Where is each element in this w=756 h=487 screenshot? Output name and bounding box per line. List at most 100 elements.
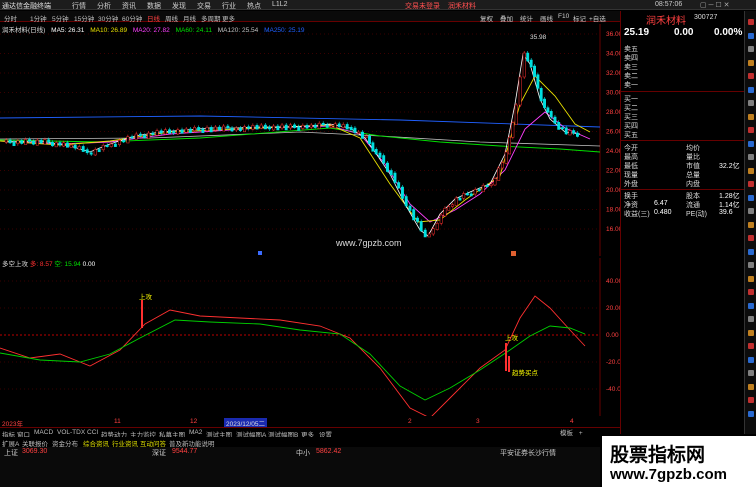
tool-add-watchlist[interactable]: +自选 bbox=[589, 13, 606, 23]
candle-body bbox=[469, 193, 473, 197]
tf-60min[interactable]: 60分钟 bbox=[122, 13, 142, 23]
tab-macd[interactable]: MACD bbox=[34, 429, 53, 436]
y-tick-label: 18.00 bbox=[606, 207, 620, 214]
tf-monthly[interactable]: 月线 bbox=[183, 13, 196, 23]
toolbar-icon[interactable] bbox=[748, 32, 754, 39]
tf-intraday[interactable]: 分时 bbox=[4, 13, 17, 23]
menu-analysis[interactable]: 分析 bbox=[97, 1, 111, 11]
toolbar-icon[interactable] bbox=[748, 113, 754, 120]
toolbar-icon[interactable] bbox=[748, 194, 754, 201]
toolbar-icon[interactable] bbox=[748, 221, 754, 228]
toolbar-icon[interactable] bbox=[748, 289, 754, 295]
bid-level-label-row: 买二 bbox=[624, 103, 742, 112]
tab-vol[interactable]: VOL-TDX bbox=[57, 429, 85, 436]
candle-body bbox=[404, 196, 408, 207]
fund-value: 0.480 bbox=[654, 209, 672, 216]
tool-stats[interactable]: 统计 bbox=[520, 13, 533, 23]
candle-body bbox=[230, 127, 234, 132]
tab-template[interactable]: 模板 bbox=[560, 430, 573, 437]
toolbar-icon[interactable] bbox=[748, 262, 754, 268]
bid-level-label-row: 买五 bbox=[624, 130, 742, 139]
toolbar-icon[interactable] bbox=[748, 356, 754, 363]
menu-quotes[interactable]: 行情 bbox=[72, 1, 86, 11]
candle-body bbox=[151, 132, 155, 135]
toolbar-icon[interactable] bbox=[748, 329, 754, 336]
event-marker-icon[interactable] bbox=[258, 251, 262, 255]
ask-level-label-row: 卖五 bbox=[624, 44, 742, 53]
login-status[interactable]: 交易未登录 bbox=[405, 1, 440, 11]
y-tick-label: 40.00 bbox=[606, 278, 620, 285]
tf-daily[interactable]: 日线 bbox=[147, 13, 160, 23]
toolbar-icon[interactable] bbox=[748, 181, 754, 187]
tab-cci[interactable]: CCI bbox=[87, 429, 98, 436]
toolbar-icon[interactable] bbox=[748, 343, 754, 349]
app-title: 通达信金融终端 bbox=[2, 3, 51, 10]
event-marker-icon[interactable] bbox=[511, 251, 516, 256]
tool-draw[interactable]: 画线 bbox=[540, 13, 553, 23]
indicator-chart[interactable]: 上攻 上攻 趋势买点 40.00 20.00 0.00 -20.00 -40.00 bbox=[0, 258, 620, 416]
toolbar-icon[interactable] bbox=[748, 140, 754, 147]
toolbar-icon[interactable] bbox=[748, 73, 754, 79]
tf-multi[interactable]: 多周期 bbox=[201, 13, 221, 23]
candlestick-chart[interactable]: 35.98 www.7gpzb.com 36.00 34.00 32.00 30.00… bbox=[0, 24, 620, 256]
toolbar-icon[interactable] bbox=[748, 86, 754, 93]
toolbar-icon[interactable] bbox=[748, 410, 754, 417]
tool-mark[interactable]: 标记 bbox=[573, 13, 586, 23]
tf-30min[interactable]: 30分钟 bbox=[98, 13, 118, 23]
candle-body bbox=[341, 124, 345, 128]
bid-level-label: 买五 bbox=[624, 132, 638, 139]
menu-industry[interactable]: 行业 bbox=[222, 1, 236, 11]
tf-1min[interactable]: 1分钟 bbox=[30, 13, 47, 23]
menu-news[interactable]: 资讯 bbox=[122, 1, 136, 11]
toolbar-icon[interactable] bbox=[748, 46, 754, 52]
toolbar-icon[interactable] bbox=[748, 154, 754, 160]
tf-more[interactable]: 更多 bbox=[222, 13, 235, 23]
tool-f10[interactable]: F10 bbox=[558, 13, 569, 20]
candle-body bbox=[533, 65, 536, 77]
menu-hot[interactable]: 热点 bbox=[247, 1, 261, 11]
tool-overlay[interactable]: 叠加 bbox=[500, 13, 513, 23]
candle-body bbox=[357, 131, 361, 134]
window-controls[interactable]: ▢ ─ ☐ ✕ bbox=[700, 1, 730, 9]
tab-add[interactable]: + bbox=[579, 430, 583, 437]
watermark-line1: 股票指标网 bbox=[610, 444, 706, 466]
toolbar-icon[interactable] bbox=[748, 316, 754, 322]
x-label: 4 bbox=[570, 418, 574, 425]
stat-label-row: 现量 总量 bbox=[624, 170, 742, 179]
tool-restore-rights[interactable]: 复权 bbox=[480, 13, 493, 23]
menu-discover[interactable]: 发现 bbox=[172, 1, 186, 11]
toolbar-icon[interactable] bbox=[748, 275, 754, 282]
candle-body bbox=[218, 126, 221, 131]
toolbar-icon[interactable] bbox=[748, 19, 754, 25]
toolbar-icon[interactable] bbox=[748, 235, 754, 241]
tf-weekly[interactable]: 周线 bbox=[165, 13, 178, 23]
quote-panel: 润禾材料 300727 25.19 0.00 0.00% 卖五 卖四 卖三 卖二 卖一买… bbox=[620, 11, 745, 434]
candle-body bbox=[443, 208, 447, 217]
toolbar-icon[interactable] bbox=[748, 370, 754, 376]
toolbar-icon[interactable] bbox=[748, 167, 754, 174]
toolbar-icon[interactable] bbox=[748, 127, 754, 133]
candle-body bbox=[564, 127, 568, 135]
candle-body bbox=[134, 133, 138, 140]
divider bbox=[621, 91, 745, 92]
broker-status[interactable]: 平安证券长沙行情 bbox=[500, 448, 556, 458]
candle-body bbox=[193, 127, 196, 131]
menu-trade[interactable]: 交易 bbox=[197, 1, 211, 11]
toolbar-icon[interactable] bbox=[748, 100, 754, 106]
toolbar-icon[interactable] bbox=[748, 208, 754, 214]
candle-body bbox=[309, 124, 313, 128]
tab-ma2[interactable]: MA2 bbox=[189, 429, 202, 436]
toolbar-icon[interactable] bbox=[748, 248, 754, 255]
candle-body bbox=[168, 129, 171, 134]
candle-body bbox=[497, 167, 501, 181]
menu-data[interactable]: 数据 bbox=[147, 1, 161, 11]
candle-body bbox=[284, 124, 288, 131]
tf-15min[interactable]: 15分钟 bbox=[74, 13, 94, 23]
toolbar-icon[interactable] bbox=[748, 302, 754, 309]
candle-body bbox=[263, 124, 267, 130]
tf-5min[interactable]: 5分钟 bbox=[52, 13, 69, 23]
menu-l1l2[interactable]: L1L2 bbox=[272, 1, 288, 8]
toolbar-icon[interactable] bbox=[748, 59, 754, 66]
toolbar-icon[interactable] bbox=[748, 383, 754, 390]
toolbar-icon[interactable] bbox=[748, 397, 754, 403]
